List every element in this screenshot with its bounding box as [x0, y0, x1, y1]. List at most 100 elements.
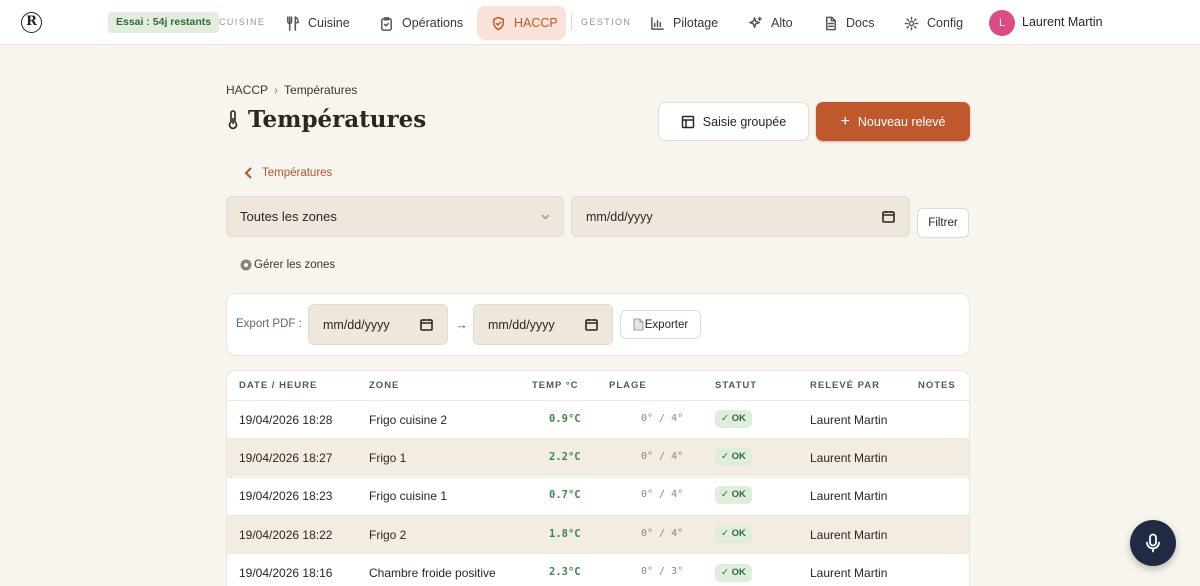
- cell-datetime: 19/04/2026 18:16: [239, 566, 333, 580]
- cell-temp: 1.8°C: [549, 528, 581, 540]
- cell-range: 0° / 4°: [641, 489, 684, 500]
- zone-select-value: Toutes les zones: [240, 209, 337, 224]
- manage-zones-link[interactable]: Gérer les zones: [239, 258, 335, 272]
- column-header-notes[interactable]: NOTES: [918, 380, 956, 391]
- breadcrumb: HACCP › Températures: [226, 83, 357, 97]
- grouped-entry-button[interactable]: Saisie groupée: [658, 102, 809, 141]
- chevron-down-icon: [541, 213, 550, 220]
- filter-date-placeholder: mm/dd/yyyy: [586, 209, 653, 224]
- gear-icon: [240, 259, 252, 271]
- plus-icon: +: [840, 112, 850, 130]
- new-reading-button[interactable]: + Nouveau relevé: [816, 102, 970, 141]
- breadcrumb-item-haccp[interactable]: HACCP: [226, 83, 268, 97]
- calendar-icon[interactable]: [585, 318, 598, 331]
- calendar-icon[interactable]: [420, 318, 433, 331]
- status-badge: ✓ OK: [715, 410, 752, 428]
- nav-item-pilotage[interactable]: Pilotage: [642, 6, 726, 40]
- cell-range: 0° / 3°: [641, 566, 684, 577]
- export-button[interactable]: Exporter: [620, 310, 701, 339]
- table-icon: [681, 115, 695, 128]
- grouped-entry-label: Saisie groupée: [702, 114, 787, 129]
- arrow-right-icon: →: [455, 317, 468, 332]
- breadcrumb-separator: ›: [274, 83, 279, 97]
- cell-range: 0° / 4°: [641, 451, 684, 462]
- cell-temp: 2.3°C: [549, 566, 581, 578]
- cell-range: 0° / 4°: [641, 528, 684, 539]
- nav-item-label: HACCP: [514, 16, 558, 30]
- status-badge: ✓ OK: [715, 564, 752, 582]
- export-button-label: Exporter: [644, 318, 689, 331]
- cell-datetime: 19/04/2026 18:28: [239, 413, 333, 427]
- filter-button[interactable]: Filtrer: [917, 208, 969, 238]
- cell-datetime: 19/04/2026 18:22: [239, 528, 333, 542]
- app-logo[interactable]: R: [21, 12, 42, 33]
- user-name[interactable]: Laurent Martin: [1022, 15, 1103, 29]
- breadcrumb-item-current: Températures: [284, 83, 358, 97]
- nav-item-label: Alto: [771, 16, 793, 30]
- trial-badge[interactable]: Essai : 54j restants: [108, 12, 220, 33]
- cell-temp: 0.7°C: [549, 489, 581, 501]
- thermometer-icon: [228, 109, 238, 129]
- status-badge: ✓ OK: [715, 486, 752, 504]
- avatar[interactable]: L: [989, 10, 1015, 36]
- nav-item-label: Pilotage: [673, 16, 719, 30]
- cell-recorded-by: Laurent Martin: [810, 489, 888, 503]
- column-header-range[interactable]: PLAGE: [609, 380, 647, 391]
- cell-zone: Frigo cuisine 1: [369, 489, 448, 503]
- cell-zone: Frigo cuisine 2: [369, 413, 448, 427]
- gear-icon: [904, 16, 919, 30]
- export-to-date-input[interactable]: mm/dd/yyyy: [473, 304, 613, 345]
- nav-item-label: Opérations: [402, 16, 464, 30]
- column-header-datetime[interactable]: DATE / HEURE: [239, 380, 317, 391]
- zone-select[interactable]: Toutes les zones: [226, 196, 564, 237]
- cell-recorded-by: Laurent Martin: [810, 566, 888, 580]
- nav-item-label: Config: [927, 16, 964, 30]
- voice-input-button[interactable]: [1130, 520, 1176, 566]
- export-from-placeholder: mm/dd/yyyy: [323, 317, 390, 332]
- column-header-zone[interactable]: ZONE: [369, 380, 399, 391]
- cell-recorded-by: Laurent Martin: [810, 451, 888, 465]
- nav-item-operations[interactable]: Opérations: [371, 6, 471, 40]
- cell-datetime: 19/04/2026 18:27: [239, 451, 333, 465]
- column-header-status[interactable]: STATUT: [715, 380, 757, 391]
- calendar-icon[interactable]: [882, 210, 895, 223]
- new-reading-label: Nouveau relevé: [857, 114, 946, 129]
- page-title-text: Températures: [248, 106, 427, 133]
- cell-datetime: 19/04/2026 18:23: [239, 489, 333, 503]
- cell-temp: 0.9°C: [549, 413, 581, 425]
- status-badge: ✓ OK: [715, 448, 752, 466]
- bar-chart-icon: [651, 16, 664, 30]
- back-link-label: Températures: [262, 167, 333, 179]
- shield-icon: [493, 16, 504, 30]
- filter-date-input[interactable]: mm/dd/yyyy: [571, 196, 910, 237]
- cell-range: 0° / 4°: [641, 413, 684, 424]
- utensils-icon: [287, 15, 299, 31]
- section-label-cuisine: CUISINE: [219, 17, 266, 27]
- column-header-recorded-by[interactable]: RELEVÉ PAR: [810, 380, 880, 391]
- export-from-date-input[interactable]: mm/dd/yyyy: [308, 304, 448, 345]
- nav-divider: [571, 13, 572, 31]
- export-to-placeholder: mm/dd/yyyy: [488, 317, 555, 332]
- manage-zones-label: Gérer les zones: [254, 259, 336, 271]
- nav-item-haccp[interactable]: HACCP: [477, 6, 566, 40]
- nav-item-docs[interactable]: Docs: [815, 6, 882, 40]
- cell-zone: Frigo 1: [369, 451, 407, 465]
- clipboard-icon: [381, 16, 392, 31]
- nav-item-cuisine[interactable]: Cuisine: [277, 6, 358, 40]
- column-header-temp[interactable]: TEMP °C: [532, 380, 579, 391]
- nav-item-alto[interactable]: Alto: [740, 6, 801, 40]
- file-icon: [633, 318, 644, 331]
- export-label: Export PDF :: [236, 318, 302, 330]
- chevron-left-icon: [244, 167, 252, 179]
- back-link[interactable]: Températures: [244, 167, 332, 179]
- top-nav: R Essai : 54j restants CUISINE Cuisine O…: [0, 0, 1200, 45]
- page-title: Températures: [226, 106, 426, 133]
- cell-recorded-by: Laurent Martin: [810, 413, 888, 427]
- cell-zone: Frigo 2: [369, 528, 407, 542]
- microphone-icon: [1146, 533, 1160, 553]
- nav-item-label: Cuisine: [308, 16, 350, 30]
- cell-temp: 2.2°C: [549, 451, 581, 463]
- status-badge: ✓ OK: [715, 525, 752, 543]
- cell-zone: Chambre froide positive: [369, 566, 496, 580]
- nav-item-config[interactable]: Config: [896, 6, 971, 40]
